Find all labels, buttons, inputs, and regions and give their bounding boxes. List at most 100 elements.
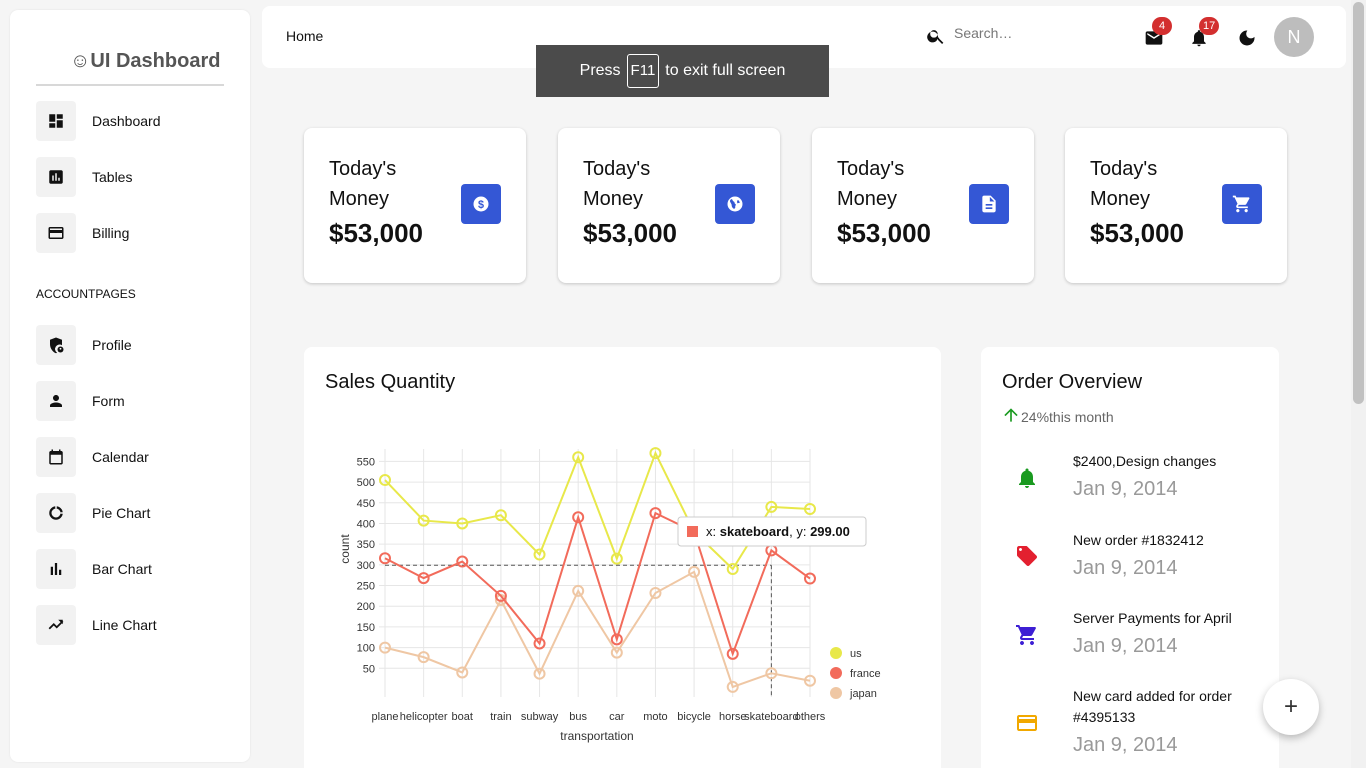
moon-icon (1239, 30, 1255, 46)
avatar[interactable]: N (1274, 17, 1314, 57)
series-line-us (384, 450, 811, 571)
stat-value: $53,000 (329, 218, 423, 248)
dashboard-icon (36, 101, 76, 141)
sidebar-item-calendar[interactable]: Calendar (36, 437, 236, 477)
line-chart-icon (36, 605, 76, 645)
y-axis-label: count (338, 534, 352, 564)
legend-label: france (850, 668, 881, 680)
calendar-icon (36, 437, 76, 477)
sidebar: ☺UI Dashboard Dashboard Tables Billing A… (10, 10, 250, 762)
credit-card-icon (36, 213, 76, 253)
toast-text-after: to exit full screen (665, 62, 786, 79)
x-axis-label: transportation (560, 729, 633, 743)
donut-icon (36, 493, 76, 533)
stat-card: Today's Money $53,000 $ (304, 128, 526, 283)
sidebar-item-label: Pie Chart (92, 505, 151, 521)
x-tick-label: horse (719, 711, 747, 723)
theme-toggle-button[interactable] (1235, 26, 1259, 50)
tooltip-text: x: skateboard, y: 299.00 (706, 524, 850, 539)
order-item-text: Server Payments for April (1073, 610, 1232, 626)
order-item-date: Jan 9, 2014 (1073, 734, 1178, 756)
sidebar-item-tables[interactable]: Tables (36, 157, 236, 197)
breadcrumb[interactable]: Home (286, 28, 323, 44)
toast-text-before: Press (579, 62, 621, 79)
sidebar-item-billing[interactable]: Billing (36, 213, 236, 253)
y-tick-label: 150 (357, 622, 375, 634)
toast-key: F11 (626, 54, 660, 88)
sidebar-item-form[interactable]: Form (36, 381, 236, 421)
y-tick-label: 500 (357, 477, 375, 489)
legend-label: japan (849, 688, 877, 700)
y-tick-label: 450 (357, 498, 375, 510)
y-tick-label: 250 (357, 581, 375, 593)
legend-swatch (830, 647, 842, 659)
y-tick-label: 550 (357, 456, 375, 468)
x-tick-label: bus (569, 711, 587, 723)
person-icon (36, 381, 76, 421)
stat-card: Today's Money $53,000 (812, 128, 1034, 283)
credit-card-icon (1015, 711, 1039, 735)
sidebar-item-profile[interactable]: Profile (36, 325, 236, 365)
cart-icon (1015, 623, 1039, 647)
mail-button[interactable]: 4 (1142, 17, 1172, 50)
y-tick-label: 200 (357, 601, 375, 613)
order-trend: 24%this month (1001, 405, 1114, 425)
order-item-date: Jan 9, 2014 (1073, 557, 1178, 579)
y-tick-label: 50 (363, 663, 375, 675)
order-item-date: Jan 9, 2014 (1073, 635, 1178, 657)
fullscreen-toast: Press F11 to exit full screen (536, 45, 829, 97)
x-tick-label: subway (521, 711, 559, 723)
add-fab-button[interactable]: + (1263, 679, 1319, 735)
scrollbar-thumb[interactable] (1353, 2, 1364, 404)
x-tick-label: others (795, 711, 826, 723)
sidebar-item-label: Profile (92, 337, 132, 353)
sales-quantity-card: Sales Quantity 50 100 150 200 250 300 350 400 45… (304, 347, 941, 768)
chart-title: Sales Quantity (325, 371, 456, 393)
sidebar-item-line-chart[interactable]: Line Chart (36, 605, 236, 645)
bar-chart-icon (36, 549, 76, 589)
legend-swatch (830, 667, 842, 679)
globe-icon (715, 184, 755, 224)
sidebar-item-label: Billing (92, 225, 130, 241)
order-item-date: Jan 9, 2014 (1073, 478, 1178, 500)
sidebar-item-dashboard[interactable]: Dashboard (36, 101, 236, 141)
order-trend-text: 24%this month (1021, 409, 1114, 425)
sidebar-item-label: Dashboard (92, 113, 161, 129)
svg-text:$: $ (478, 199, 484, 211)
legend-swatch (830, 687, 842, 699)
order-item-text: New order #1832412 (1073, 532, 1204, 548)
search-input[interactable] (954, 25, 1104, 41)
x-tick-label: moto (643, 711, 667, 723)
order-item-text: New card added for order #4395133 (1073, 688, 1232, 725)
document-icon (969, 184, 1009, 224)
dollar-icon: $ (461, 184, 501, 224)
page-scrollbar[interactable] (1351, 0, 1366, 768)
section-label-account-pages: ACCOUNTPAGES (36, 287, 136, 301)
x-tick-label: bicycle (677, 711, 711, 723)
order-title: Order Overview (1002, 371, 1143, 393)
series-line-japan (384, 570, 811, 689)
tooltip-swatch (687, 526, 698, 537)
sidebar-item-label: Tables (92, 169, 133, 185)
y-tick-label: 100 (357, 643, 375, 655)
mail-badge: 4 (1152, 17, 1172, 35)
arrow-up-icon (1004, 408, 1018, 422)
sidebar-item-pie-chart[interactable]: Pie Chart (36, 493, 236, 533)
bell-icon (1015, 466, 1039, 490)
profile-shield-icon (36, 325, 76, 365)
cart-icon (1222, 184, 1262, 224)
tables-icon (36, 157, 76, 197)
brand-title: ☺UI Dashboard (70, 50, 221, 72)
sales-line-chart: 50 100 150 200 250 300 350 400 450 500 550 plane hel… (338, 447, 881, 743)
y-tick-label: 300 (357, 560, 375, 572)
notifications-button[interactable]: 17 (1187, 17, 1220, 50)
tag-icon (1015, 544, 1039, 568)
stat-title: Today's Money (329, 158, 397, 210)
stat-title: Today's Money (583, 158, 651, 210)
x-tick-label: car (609, 711, 625, 723)
order-item-text: $2400,Design changes (1073, 453, 1217, 469)
sidebar-item-label: Bar Chart (92, 561, 152, 577)
sidebar-item-bar-chart[interactable]: Bar Chart (36, 549, 236, 589)
stat-card: Today's Money $53,000 (1065, 128, 1287, 283)
x-tick-label: helicopter (400, 711, 448, 723)
